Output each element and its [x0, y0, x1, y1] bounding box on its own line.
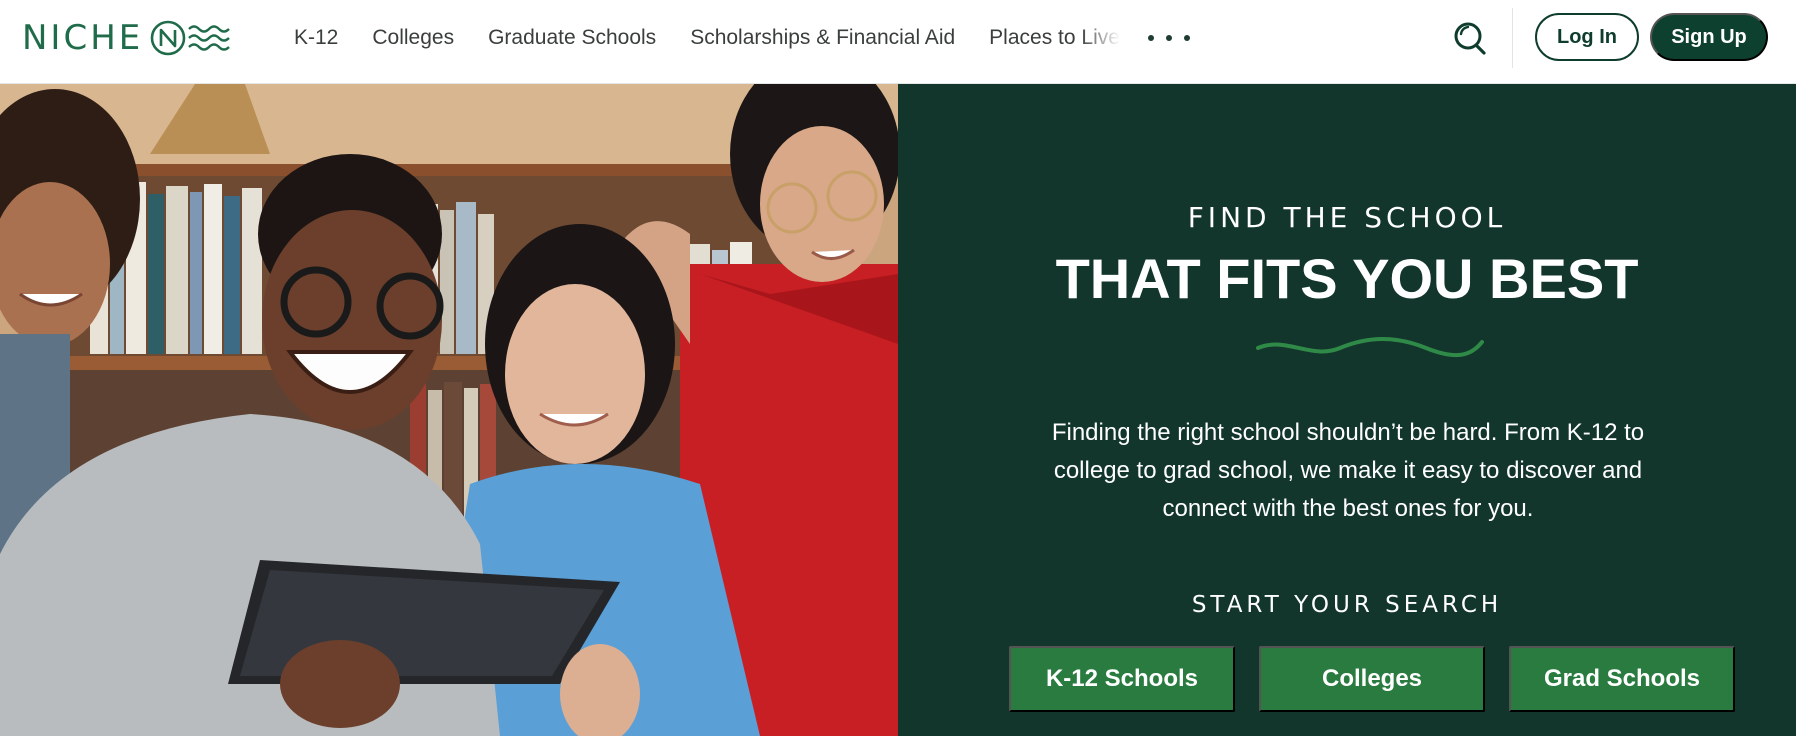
k12-schools-button[interactable]: K-12 Schools [1009, 646, 1235, 712]
nav-item-places-to-live[interactable]: Places to Live [989, 20, 1120, 56]
ellipsis-icon[interactable] [1148, 28, 1190, 48]
logo-wordmark: NICHE [22, 18, 144, 58]
search-button[interactable] [1452, 18, 1488, 58]
ellipsis-dot [1184, 35, 1190, 41]
header-divider [1512, 8, 1513, 68]
nav-item-colleges[interactable]: Colleges [372, 20, 454, 56]
signup-button[interactable]: Sign Up [1650, 13, 1768, 61]
wave-divider-icon [1256, 337, 1484, 358]
hero-eyebrow: FIND THE SCHOOL [1187, 201, 1507, 234]
nav-item-k12[interactable]: K-12 [294, 20, 338, 56]
students-photo-illustration [0, 84, 898, 736]
login-button[interactable]: Log In [1535, 13, 1639, 61]
site-header: NICHE K-12 Colleges Graduate Schools Sch… [0, 0, 1796, 84]
colleges-button[interactable]: Colleges [1259, 646, 1485, 712]
main-nav: K-12 Colleges Graduate Schools Scholarsh… [294, 20, 1154, 56]
niche-logo[interactable]: NICHE [22, 18, 231, 58]
ellipsis-dot [1166, 35, 1172, 41]
students-photo [0, 84, 898, 736]
nav-item-scholarships[interactable]: Scholarships & Financial Aid [690, 20, 955, 56]
search-icon [1454, 22, 1486, 55]
hero-blurb: Finding the right school shouldn’t be ha… [1051, 419, 1645, 522]
hero-panel: FIND THE SCHOOL THAT FITS YOU BEST Findi… [898, 84, 1796, 736]
hero-headline: THAT FITS YOU BEST [1055, 247, 1639, 310]
start-search-label: START YOUR SEARCH [1191, 592, 1503, 618]
ellipsis-dot [1148, 35, 1154, 41]
grad-schools-button[interactable]: Grad Schools [1509, 646, 1735, 712]
niche-n-wave-icon [150, 20, 231, 56]
nav-item-graduate-schools[interactable]: Graduate Schools [488, 20, 656, 56]
